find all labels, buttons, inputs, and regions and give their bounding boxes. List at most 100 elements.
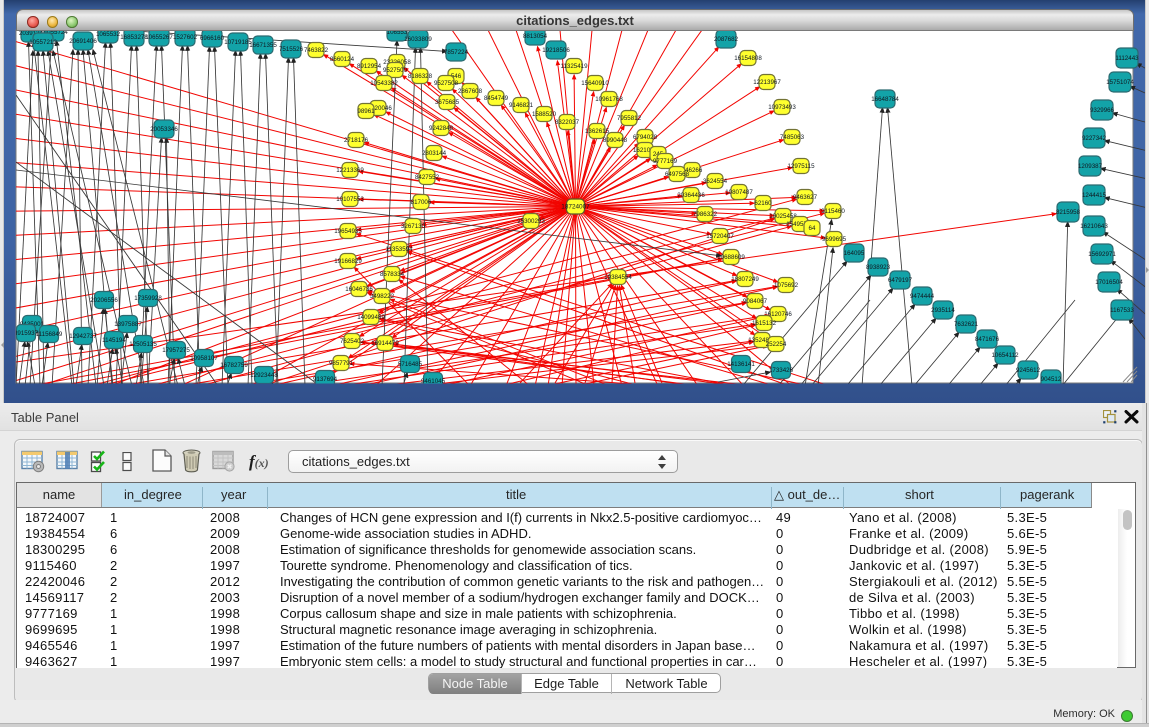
svg-text:15720407: 15720407 bbox=[706, 233, 734, 240]
svg-text:8322037: 8322037 bbox=[555, 119, 580, 126]
svg-text:9474444: 9474444 bbox=[910, 293, 935, 300]
svg-text:16671355: 16671355 bbox=[249, 42, 277, 49]
svg-text:12923448: 12923448 bbox=[250, 372, 278, 379]
svg-text:20364436: 20364436 bbox=[677, 192, 705, 199]
svg-text:9242848: 9242848 bbox=[429, 125, 454, 132]
svg-text:8912954: 8912954 bbox=[357, 63, 382, 70]
svg-text:1615132: 1615132 bbox=[752, 320, 777, 327]
svg-text:13975887: 13975887 bbox=[114, 321, 142, 328]
svg-text:18724007: 18724007 bbox=[561, 204, 590, 211]
svg-text:6479197: 6479197 bbox=[888, 277, 913, 284]
svg-text:64: 64 bbox=[809, 225, 816, 232]
svg-text:18807249: 18807249 bbox=[731, 276, 759, 283]
svg-text:19166829: 19166829 bbox=[334, 258, 362, 265]
svg-text:20691406: 20691406 bbox=[69, 38, 97, 45]
svg-text:8471676: 8471676 bbox=[975, 336, 1000, 343]
svg-text:904512: 904512 bbox=[1041, 376, 1062, 383]
svg-text:252254: 252254 bbox=[766, 341, 787, 348]
svg-text:12213369: 12213369 bbox=[336, 167, 364, 174]
svg-text:2087682: 2087682 bbox=[714, 36, 739, 43]
svg-text:17957275: 17957275 bbox=[162, 347, 190, 354]
svg-text:10107553: 10107553 bbox=[336, 196, 364, 203]
svg-text:2718176: 2718176 bbox=[344, 137, 369, 144]
svg-text:12505135: 12505135 bbox=[129, 341, 157, 348]
svg-text:16914479: 16914479 bbox=[371, 340, 399, 347]
svg-text:2803144: 2803144 bbox=[422, 150, 447, 157]
svg-text:14099489: 14099489 bbox=[357, 314, 385, 321]
svg-text:11325419: 11325419 bbox=[560, 63, 588, 70]
svg-text:9115460: 9115460 bbox=[821, 208, 845, 215]
svg-text:2935114: 2935114 bbox=[931, 307, 955, 314]
svg-text:10688609: 10688609 bbox=[717, 254, 745, 261]
svg-text:9461045: 9461045 bbox=[421, 378, 446, 385]
svg-text:1075692: 1075692 bbox=[774, 282, 799, 289]
svg-text:17359928: 17359928 bbox=[134, 295, 162, 302]
svg-text:9777169: 9777169 bbox=[653, 158, 678, 165]
svg-text:3675685: 3675685 bbox=[435, 99, 460, 106]
svg-text:19218506: 19218506 bbox=[542, 47, 570, 54]
svg-text:16210643: 16210643 bbox=[1080, 223, 1108, 230]
svg-text:7463822: 7463822 bbox=[304, 47, 329, 54]
svg-text:8454749: 8454749 bbox=[484, 95, 509, 102]
svg-text:11156849: 11156849 bbox=[36, 331, 63, 338]
svg-text:10807487: 10807487 bbox=[725, 189, 753, 196]
svg-text:8186328: 8186328 bbox=[408, 73, 433, 80]
svg-text:1167533: 1167533 bbox=[1110, 307, 1134, 314]
svg-text:14136141: 14136141 bbox=[727, 361, 755, 368]
svg-text:15640910: 15640910 bbox=[581, 80, 609, 87]
svg-text:1733426: 1733426 bbox=[769, 367, 794, 374]
svg-text:1112443: 1112443 bbox=[1115, 55, 1139, 62]
svg-text:9463627: 9463627 bbox=[793, 194, 818, 201]
svg-text:12975115: 12975115 bbox=[787, 163, 815, 170]
svg-text:9146821: 9146821 bbox=[509, 102, 534, 109]
svg-text:8660124: 8660124 bbox=[330, 56, 355, 63]
svg-text:62160: 62160 bbox=[754, 200, 772, 207]
svg-text:7955812: 7955812 bbox=[617, 115, 642, 122]
svg-text:3498222: 3498222 bbox=[370, 293, 395, 300]
svg-text:15692971: 15692971 bbox=[1088, 251, 1116, 258]
svg-text:16033809: 16033809 bbox=[404, 36, 432, 43]
svg-text:16046736: 16046736 bbox=[345, 286, 373, 293]
svg-text:10557212: 10557212 bbox=[29, 39, 57, 46]
svg-text:7485063: 7485063 bbox=[780, 134, 805, 141]
svg-text:1362615: 1362615 bbox=[585, 128, 610, 135]
svg-text:15751074: 15751074 bbox=[1106, 79, 1134, 86]
svg-text:1527602: 1527602 bbox=[173, 34, 198, 41]
svg-text:25300293: 25300293 bbox=[517, 218, 545, 225]
svg-text:8427552: 8427552 bbox=[415, 174, 440, 181]
svg-text:10973493: 10973493 bbox=[768, 104, 796, 111]
svg-text:1145194: 1145194 bbox=[102, 337, 126, 344]
svg-text:10543382: 10543382 bbox=[370, 80, 398, 87]
svg-text:8578334: 8578334 bbox=[380, 271, 405, 278]
svg-text:1244415: 1244415 bbox=[1082, 192, 1107, 199]
svg-text:9329966: 9329966 bbox=[1090, 107, 1115, 114]
svg-text:20206556: 20206556 bbox=[90, 297, 118, 304]
svg-text:20053346: 20053346 bbox=[150, 126, 178, 133]
svg-text:10958107: 10958107 bbox=[190, 355, 218, 362]
svg-text:8938923: 8938923 bbox=[866, 264, 891, 271]
svg-text:7515526: 7515526 bbox=[279, 46, 304, 53]
svg-text:19384554: 19384554 bbox=[604, 274, 632, 281]
svg-text:8813054: 8813054 bbox=[523, 33, 548, 40]
svg-text:9527508: 9527508 bbox=[434, 80, 459, 87]
svg-text:16782759: 16782759 bbox=[220, 362, 248, 369]
svg-text:817006: 817006 bbox=[411, 199, 432, 206]
svg-text:11353594: 11353594 bbox=[385, 246, 413, 253]
svg-text:19654935: 19654935 bbox=[334, 228, 362, 235]
svg-text:7632621: 7632621 bbox=[954, 321, 979, 328]
svg-text:7625402: 7625402 bbox=[340, 338, 365, 345]
svg-text:17016504: 17016504 bbox=[1095, 279, 1123, 286]
svg-text:10655267: 10655267 bbox=[145, 34, 173, 41]
svg-text:9137694: 9137694 bbox=[313, 376, 338, 383]
svg-text:10719185: 10719185 bbox=[224, 39, 252, 46]
svg-text:12942737: 12942737 bbox=[69, 333, 97, 340]
svg-text:8215958: 8215958 bbox=[1056, 209, 1081, 216]
svg-text:10654112: 10654112 bbox=[991, 352, 1019, 359]
svg-text:9527500: 9527500 bbox=[383, 67, 408, 74]
svg-text:10961768: 10961768 bbox=[595, 96, 623, 103]
svg-text:9699695: 9699695 bbox=[822, 236, 847, 243]
svg-text:12213967: 12213967 bbox=[753, 79, 781, 86]
svg-text:9084067: 9084067 bbox=[743, 298, 768, 305]
svg-text:16154808: 16154808 bbox=[734, 55, 762, 62]
svg-text:2867608: 2867608 bbox=[458, 88, 483, 95]
